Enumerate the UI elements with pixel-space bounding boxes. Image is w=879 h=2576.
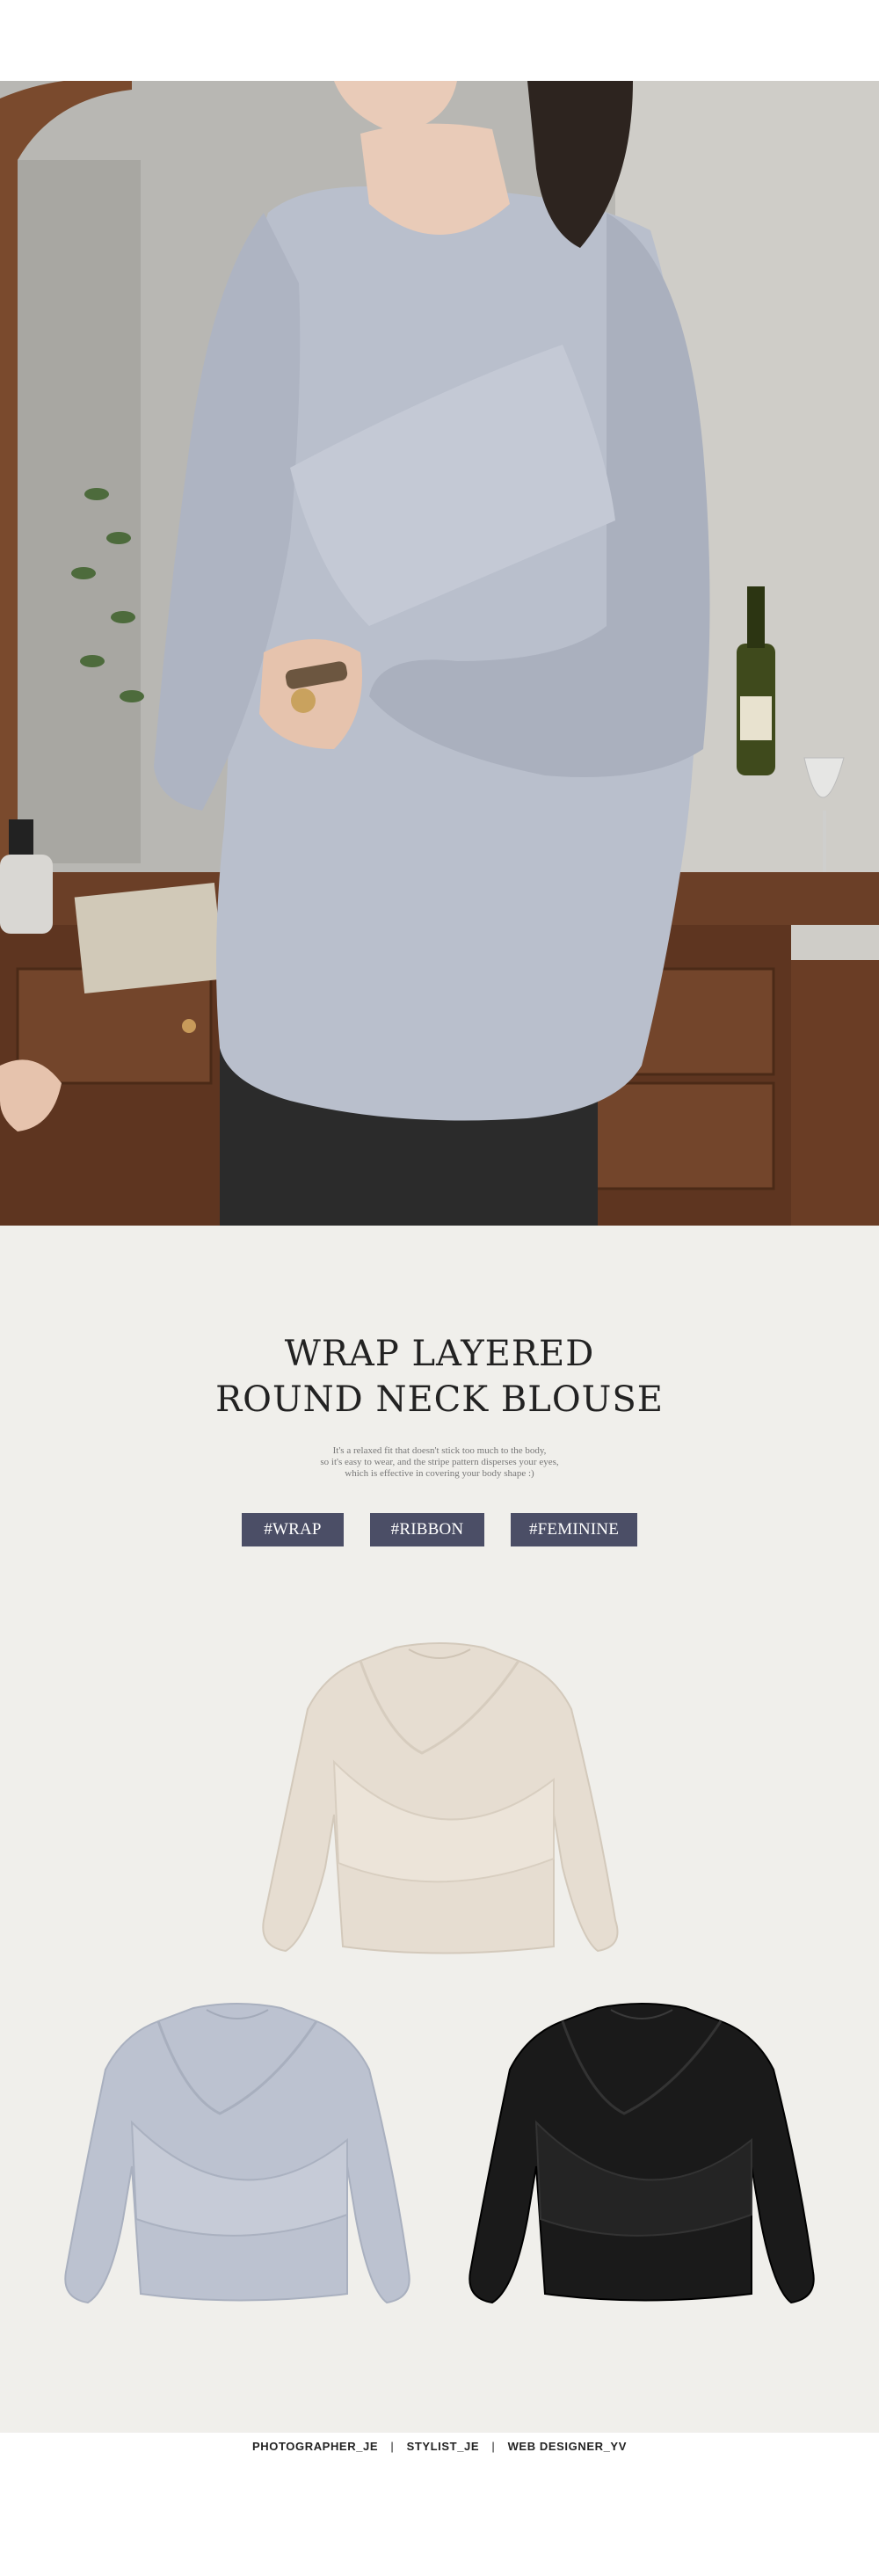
product-detail-page: WRAP LAYERED ROUND NECK BLOUSE It's a re… xyxy=(0,0,879,2576)
mirror-glass xyxy=(18,160,141,863)
magazine xyxy=(74,882,225,994)
product-beige-blouse xyxy=(262,1642,619,1954)
desc-line-2: so it's easy to wear, and the stripe pat… xyxy=(320,1457,559,1467)
wine-label xyxy=(740,696,772,740)
tag-list: #WRAP #RIBBON #FEMININE xyxy=(0,1513,879,1546)
credits: PHOTOGRAPHER_JE | STYLIST_JE | WEB DESIG… xyxy=(0,2440,879,2453)
desc-line-3: which is effective in covering your body… xyxy=(345,1468,534,1479)
intro-section: WRAP LAYERED ROUND NECK BLOUSE It's a re… xyxy=(0,1226,879,2433)
credit-designer: WEB DESIGNER_YV xyxy=(507,2440,627,2453)
title-line-2: ROUND NECK BLOUSE xyxy=(215,1379,664,1420)
tag-feminine: #FEMININE xyxy=(511,1513,637,1546)
product-black-blouse xyxy=(469,2003,815,2304)
footer: PHOTOGRAPHER_JE | STYLIST_JE | WEB DESIG… xyxy=(0,2433,879,2576)
blue-blouse-shape xyxy=(64,2003,410,2304)
tag-ribbon: #RIBBON xyxy=(370,1513,484,1546)
credit-separator: | xyxy=(491,2440,496,2453)
beige-blouse-shape xyxy=(262,1642,619,1954)
drawer-knob xyxy=(182,1019,196,1033)
tag-wrap: #WRAP xyxy=(242,1513,344,1546)
hero-illustration xyxy=(0,81,879,1226)
desc-line-1: It's a relaxed fit that doesn't stick to… xyxy=(332,1445,547,1456)
side-table xyxy=(791,960,879,1226)
black-blouse-shape xyxy=(469,2003,815,2304)
perfume-bottle xyxy=(0,855,53,934)
product-title: WRAP LAYERED ROUND NECK BLOUSE xyxy=(0,1331,879,1423)
title-line-1: WRAP LAYERED xyxy=(284,1334,595,1374)
credit-stylist: STYLIST_JE xyxy=(406,2440,480,2453)
product-description: It's a relaxed fit that doesn't stick to… xyxy=(0,1445,879,1480)
credit-photographer: PHOTOGRAPHER_JE xyxy=(252,2440,379,2453)
hero-photo xyxy=(0,81,879,1226)
wine-bottle-neck xyxy=(747,586,765,648)
drawer-right-2 xyxy=(592,1081,775,1190)
product-blue-blouse xyxy=(64,2003,410,2304)
credit-separator: | xyxy=(390,2440,395,2453)
